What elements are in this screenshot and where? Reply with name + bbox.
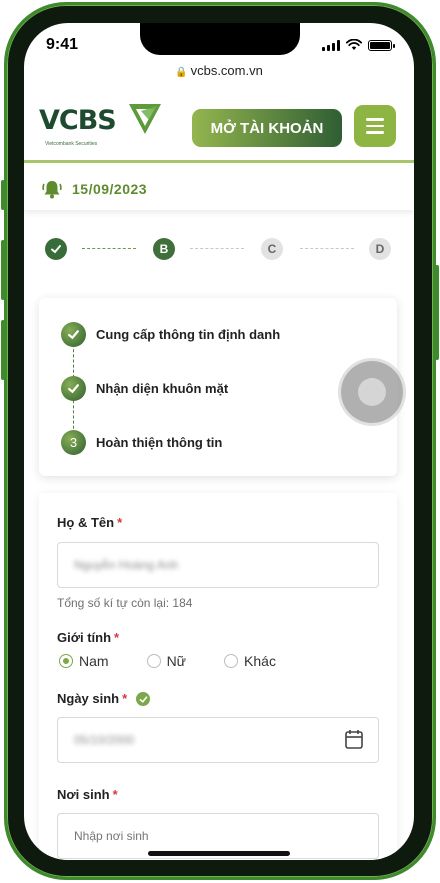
sub-step-face: Nhận diện khuôn mặt <box>61 376 228 401</box>
hamburger-menu-button[interactable] <box>354 105 396 147</box>
gender-label: Giới tính * <box>57 630 120 645</box>
logo-mark-icon <box>129 104 161 134</box>
notch <box>140 23 300 55</box>
logo-text: VCBS <box>39 105 117 136</box>
dob-input[interactable]: 05/10/2000 <box>57 717 379 763</box>
wifi-icon <box>346 39 362 50</box>
check-icon <box>61 322 86 347</box>
step-d: D <box>369 238 391 260</box>
assistive-touch-button[interactable] <box>341 361 403 423</box>
current-date: 15/09/2023 <box>72 181 148 197</box>
progress-steps: B C D <box>24 238 414 264</box>
pob-label: Nơi sinh * <box>57 787 118 802</box>
char-count-hint: Tổng số kí tự còn lại: 184 <box>57 596 193 610</box>
date-bar: 15/09/2023 <box>24 166 414 210</box>
step-b: B <box>153 238 175 260</box>
step-connector <box>82 248 136 249</box>
calendar-icon[interactable] <box>345 729 363 749</box>
step-c: C <box>261 238 283 260</box>
step-connector <box>190 248 244 249</box>
gender-radio-male[interactable] <box>59 654 73 668</box>
sub-step-number: 3 <box>61 430 86 455</box>
status-time: 9:41 <box>46 36 79 53</box>
step-a-done-check-icon <box>45 238 67 260</box>
url-text: vcbs.com.vn <box>190 63 263 78</box>
mute-switch <box>1 180 5 210</box>
address-bar[interactable]: 🔒 vcbs.com.vn <box>24 63 414 78</box>
sub-step-label: Nhận diện khuôn mặt <box>96 381 229 396</box>
home-indicator <box>148 851 290 856</box>
site-header: VCBS Vietcombank Securities MỞ TÀI KHOẢN <box>24 85 414 163</box>
sub-step-complete-info: 3 Hoàn thiện thông tin <box>61 430 222 455</box>
volume-down-button <box>1 320 5 380</box>
sub-step-identity: Cung cấp thông tin định danh <box>61 322 280 347</box>
power-button <box>435 265 439 360</box>
sub-step-label: Hoàn thiện thông tin <box>96 435 223 450</box>
sub-step-label: Cung cấp thông tin định danh <box>96 327 281 342</box>
battery-icon <box>368 39 395 51</box>
dob-label: Ngày sinh * <box>57 691 128 706</box>
volume-up-button <box>1 240 5 300</box>
lock-icon: 🔒 <box>175 67 188 78</box>
open-account-button[interactable]: MỞ TÀI KHOẢN <box>192 109 342 147</box>
step-connector <box>300 248 354 249</box>
gender-option-label: Khác <box>244 653 276 669</box>
check-icon <box>61 376 86 401</box>
name-label: Họ & Tên * <box>57 515 123 530</box>
vcbs-logo[interactable]: VCBS Vietcombank Securities <box>39 104 161 147</box>
screen: 9:41 🔒 vcbs.com.vn VCBS Vietcombank Secur… <box>24 23 414 860</box>
gender-radio-other[interactable] <box>224 654 239 668</box>
personal-info-form: Họ & Tên * Nguyễn Hoàng Anh Tổng số kí tự… <box>39 493 397 860</box>
gender-radio-group: Nam Nữ Khác <box>59 653 314 669</box>
full-name-input[interactable]: Nguyễn Hoàng Anh <box>57 542 379 588</box>
logo-subtitle: Vietcombank Securities <box>45 141 98 147</box>
status-icons <box>322 39 395 51</box>
cellular-signal-icon <box>322 39 340 51</box>
gender-radio-female[interactable] <box>146 654 161 668</box>
gender-option-label: Nữ <box>166 653 187 669</box>
dob-value: 05/10/2000 <box>74 733 135 747</box>
dob-valid-check-icon <box>136 692 150 706</box>
bell-icon <box>42 181 62 199</box>
menu-line <box>366 124 384 128</box>
gender-option-label: Nam <box>79 653 109 669</box>
menu-line <box>366 131 384 134</box>
menu-line <box>366 118 384 121</box>
full-name-value: Nguyễn Hoàng Anh <box>74 558 179 572</box>
